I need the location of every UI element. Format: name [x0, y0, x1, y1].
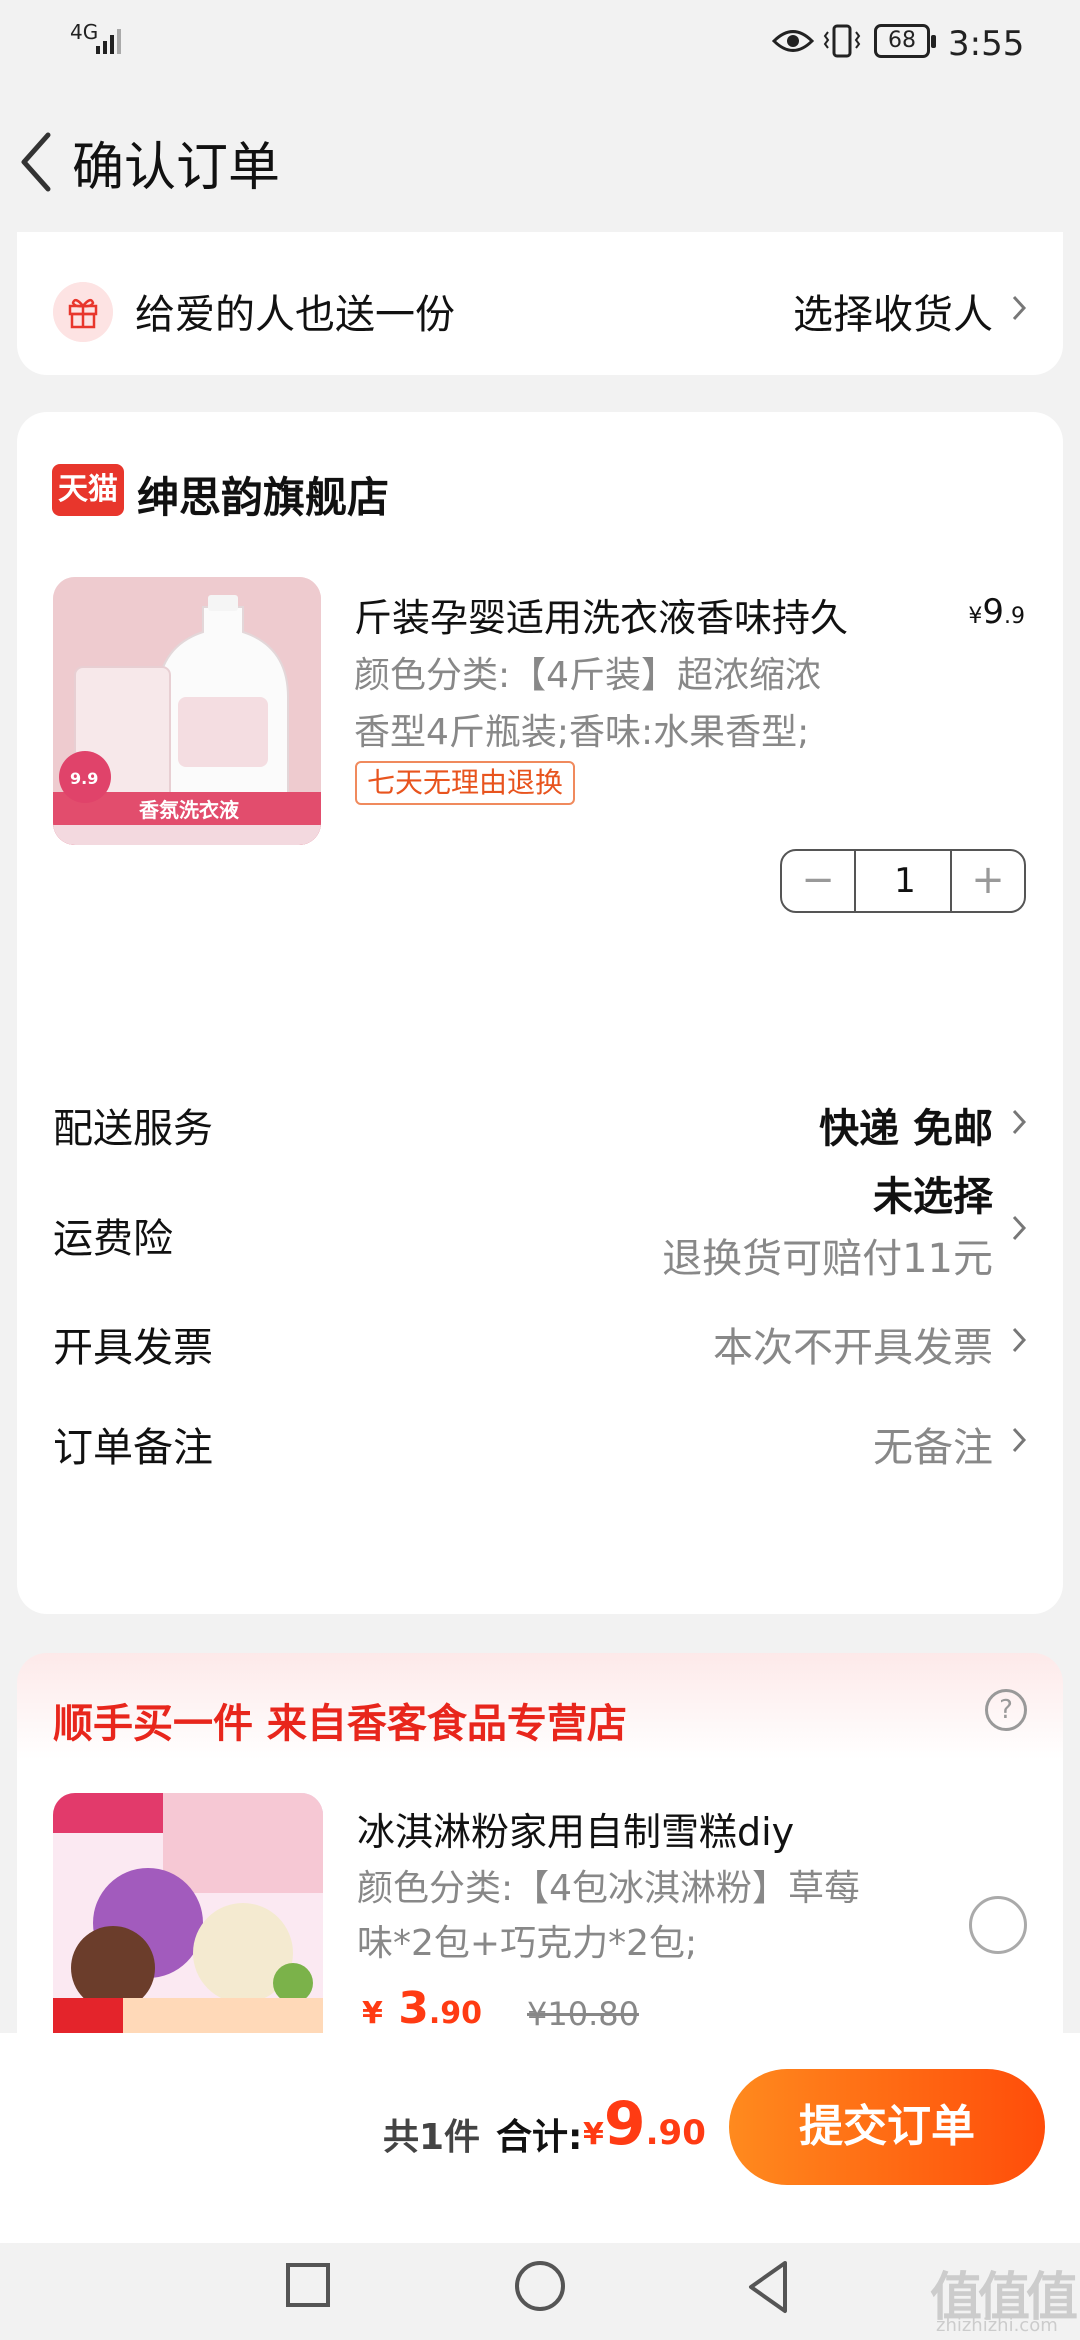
spec-line: 颜色分类:【4包冰淇淋粉】草莓	[357, 1868, 861, 1909]
original-price: ¥10.80	[527, 1995, 639, 2033]
chevron-right-icon	[1012, 1109, 1027, 1135]
chevron-right-icon	[1012, 1427, 1027, 1453]
decrease-button[interactable]: −	[782, 851, 856, 911]
tmall-logo: 天猫	[52, 464, 124, 516]
increase-button[interactable]: +	[950, 851, 1024, 911]
currency-symbol: ¥	[362, 1996, 383, 2031]
select-recommend-radio[interactable]	[969, 1896, 1027, 1954]
page-title: 确认订单	[72, 138, 281, 198]
detergent-bottle-illustration: 香氛洗衣液 9.9	[53, 577, 321, 845]
back-arrow-icon[interactable]	[14, 127, 60, 197]
watermark-site: zhizhizhi.com	[936, 2315, 1058, 2336]
page-header: 确认订单	[0, 95, 1080, 225]
spec-line: 味*2包+巧克力*2包;	[357, 1923, 698, 1964]
total-label: 合计:	[496, 2117, 583, 2158]
chevron-right-icon	[1012, 295, 1027, 321]
return-policy-tag: 七天无理由退换	[355, 761, 576, 805]
chevron-right-icon	[1012, 1215, 1027, 1241]
shop-name[interactable]: 绅思韵旗舰店	[137, 464, 389, 525]
eye-comfort-icon	[772, 30, 814, 52]
price-decimal: .90	[428, 1996, 482, 2031]
home-icon[interactable]	[515, 2261, 565, 2311]
battery-icon: 68	[874, 24, 936, 58]
clock: 3:55	[948, 24, 1025, 64]
spec-line: 颜色分类:【4斤装】超浓缩浓	[354, 655, 822, 696]
product-spec[interactable]: 颜色分类:【4斤装】超浓缩浓 香型4斤瓶装;香味:水果香型;	[354, 647, 914, 761]
invoice-label: 开具发票	[53, 1325, 213, 1371]
recommend-card: 顺手买一件 来自香客食品专营店 ? 冰淇淋粉家用自制雪糕diy 颜色分类:【4包…	[17, 1653, 1063, 2034]
quantity-stepper: − 1 +	[780, 849, 1026, 913]
nav-back-icon[interactable]	[745, 2259, 791, 2315]
spec-line: 香型4斤瓶装;香味:水果香型;	[354, 712, 810, 753]
price-decimal: .9	[1004, 604, 1025, 629]
order-note-label: 订单备注	[53, 1425, 213, 1471]
recommend-price: ¥ 3.90	[362, 1983, 482, 2034]
svg-text:9.9: 9.9	[70, 769, 98, 788]
recent-apps-icon[interactable]	[286, 2263, 330, 2307]
svg-text:香氛洗衣液: 香氛洗衣液	[139, 798, 240, 822]
recommend-product-name[interactable]: 冰淇淋粉家用自制雪糕diy	[357, 1801, 794, 1856]
checkout-bar: 共1件 合计: ¥9.90 提交订单	[0, 2033, 1080, 2243]
shop-order-card: 天猫 绅思韵旗舰店 香氛洗衣液 9.9 斤装孕婴适用洗衣液香味持久 ¥9.9 颜…	[17, 412, 1063, 1614]
signal-icon	[96, 29, 121, 54]
order-note-value[interactable]: 无备注	[873, 1415, 993, 1473]
invoice-value[interactable]: 本次不开具发票	[713, 1315, 993, 1373]
status-bar: 4G 68 3:55	[0, 0, 1080, 90]
vibrate-icon	[823, 24, 861, 58]
gift-row[interactable]: 给爱的人也送一份 选择收货人	[17, 232, 1063, 375]
price-integer: 9	[982, 592, 1004, 632]
delivery-value[interactable]: 快递 免邮	[819, 1096, 993, 1154]
recommend-title: 顺手买一件 来自香客食品专营店	[53, 1701, 627, 1747]
delivery-label: 配送服务	[53, 1106, 213, 1152]
insurance-value[interactable]: 未选择	[873, 1164, 993, 1222]
gift-label: 给爱的人也送一份	[135, 292, 455, 338]
submit-order-button[interactable]: 提交订单	[729, 2069, 1045, 2185]
product-image[interactable]: 香氛洗衣液 9.9	[53, 577, 321, 845]
gift-icon	[53, 282, 113, 342]
total-price: ¥9.90	[583, 2089, 706, 2159]
chevron-right-icon	[1012, 1327, 1027, 1353]
system-nav-bar	[0, 2243, 1080, 2340]
insurance-label: 运费险	[53, 1216, 173, 1262]
currency-symbol: ¥	[968, 604, 983, 629]
ice-cream-illustration	[53, 1793, 323, 2033]
choose-recipient-link[interactable]: 选择收货人	[793, 282, 993, 340]
price-integer: 3	[398, 1983, 429, 2034]
price-integer: 9	[603, 2089, 646, 2159]
currency-symbol: ¥	[583, 2117, 604, 2152]
insurance-subtext: 退换货可赔付11元	[662, 1236, 993, 1282]
recommend-product-spec: 颜色分类:【4包冰淇淋粉】草莓 味*2包+巧克力*2包;	[357, 1861, 957, 1971]
product-title[interactable]: 斤装孕婴适用洗衣液香味持久	[354, 587, 848, 642]
recommend-product-image[interactable]	[53, 1793, 323, 2033]
item-count: 共1件	[383, 2117, 481, 2158]
help-icon[interactable]: ?	[985, 1689, 1027, 1731]
quantity-value[interactable]: 1	[856, 851, 954, 911]
product-price: ¥9.9	[968, 592, 1025, 632]
price-decimal: .90	[645, 2113, 706, 2153]
